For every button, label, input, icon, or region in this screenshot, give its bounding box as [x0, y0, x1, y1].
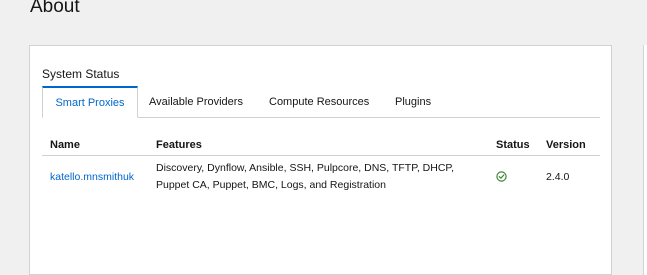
system-status-card: System Status Smart Proxies Available Pr…	[29, 45, 612, 275]
tab-available-providers[interactable]: Available Providers	[149, 86, 243, 118]
column-header-features: Features	[148, 134, 488, 156]
card-title: System Status	[42, 67, 120, 81]
proxy-name-link[interactable]: katello.mnsmithuk	[50, 171, 134, 183]
check-circle-icon	[496, 171, 507, 182]
tab-smart-proxies[interactable]: Smart Proxies	[42, 86, 138, 118]
column-header-name[interactable]: Name	[42, 134, 148, 156]
page-title: About	[30, 0, 80, 17]
column-header-version: Version	[538, 134, 600, 156]
proxy-version-cell: 2.4.0	[546, 170, 570, 183]
tab-compute-resources[interactable]: Compute Resources	[269, 86, 369, 118]
adjacent-card-edge	[643, 45, 647, 275]
proxy-features-line: Puppet CA, Puppet, BMC, Logs, and Regist…	[156, 179, 386, 191]
table-header-row: Name Features Status Version	[42, 134, 600, 156]
proxy-features-line: Discovery, Dynflow, Ansible, SSH, Pulpco…	[156, 162, 454, 174]
table-row: katello.mnsmithuk Discovery, Dynflow, An…	[42, 156, 600, 199]
tab-bar: Smart Proxies Available Providers Comput…	[42, 86, 600, 118]
column-header-status: Status	[488, 134, 538, 156]
proxy-features-cell: Discovery, Dynflow, Ansible, SSH, Pulpco…	[148, 156, 488, 199]
proxy-status-cell	[488, 156, 538, 199]
smart-proxies-table: Name Features Status Version katello.mns…	[42, 134, 600, 198]
tab-plugins[interactable]: Plugins	[395, 86, 431, 118]
proxy-name-cell: katello.mnsmithuk	[42, 156, 148, 199]
